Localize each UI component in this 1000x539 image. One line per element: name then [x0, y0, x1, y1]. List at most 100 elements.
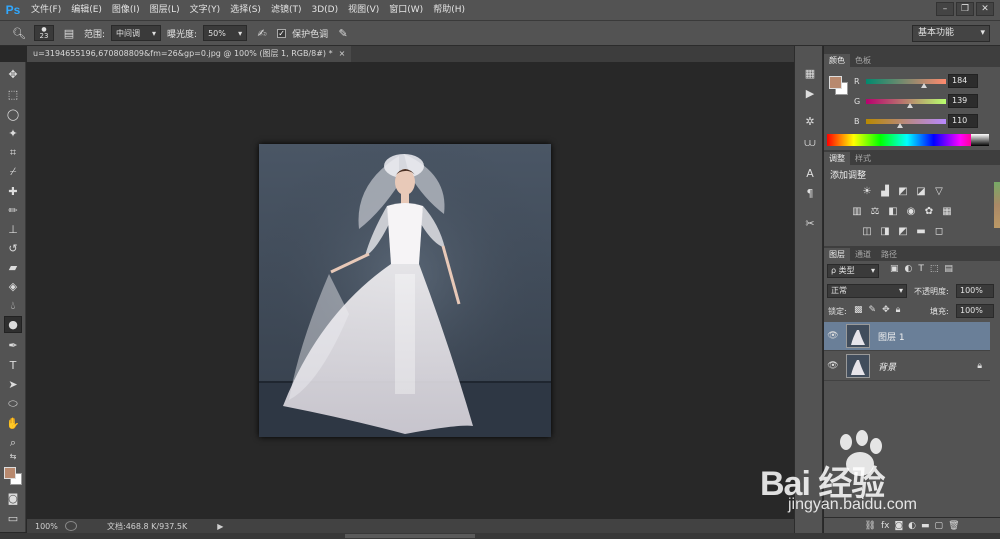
shape-filter-icon[interactable]: ⬚ [930, 264, 939, 274]
brush-presets-icon[interactable]: ⩊ [801, 134, 819, 152]
trash-icon[interactable]: 🗑︎ [948, 521, 959, 531]
menu-filter[interactable]: 滤镜(T) [266, 0, 307, 20]
blend-mode-select[interactable]: 正常 ▾ [827, 284, 907, 298]
hue-sat-icon[interactable]: ▥ [850, 204, 864, 218]
layer-row-layer1[interactable]: 👁︎ 图层 1 [824, 322, 990, 351]
marquee-tool-icon[interactable]: ⬚ [4, 86, 22, 103]
workspace-select[interactable]: 基本功能 ▾ [912, 25, 990, 42]
range-select[interactable]: 中间调 ▾ [111, 25, 162, 41]
color-balance-icon[interactable]: ⚖ [868, 204, 882, 218]
layer-name[interactable]: 背景 [878, 360, 896, 373]
lock-transparency-icon[interactable]: ▩ [854, 305, 863, 315]
eyedropper-tool-icon[interactable]: ⌿ [4, 163, 22, 180]
opacity-input[interactable]: 100% [956, 284, 994, 298]
mask-icon[interactable]: ◙ [894, 521, 903, 531]
swap-colors-icon[interactable]: ⇆ [4, 450, 22, 462]
color-panel-foreground-swatch[interactable] [829, 76, 842, 89]
red-slider-track[interactable] [866, 78, 946, 84]
healing-brush-tool-icon[interactable]: ✚ [4, 183, 22, 200]
pen-tool-icon[interactable]: ✒ [4, 337, 22, 354]
menu-layer[interactable]: 图层(L) [145, 0, 185, 20]
menu-type[interactable]: 文字(Y) [185, 0, 226, 20]
adjustment-filter-icon[interactable]: ◐ [905, 264, 913, 274]
close-tab-icon[interactable]: × [339, 46, 346, 62]
tab-color[interactable]: 颜色 [824, 54, 850, 67]
pressure-icon[interactable]: ✎ [334, 24, 352, 42]
new-layer-icon[interactable]: ▢ [935, 521, 944, 531]
clone-stamp-tool-icon[interactable]: ⊥ [4, 221, 22, 238]
posterize-icon[interactable]: ◨ [878, 224, 892, 238]
ellipse-tool-icon[interactable]: ⬭ [4, 395, 22, 412]
brightness-icon[interactable]: ☀ [860, 184, 874, 198]
folder-icon[interactable]: ▬ [921, 521, 930, 531]
menu-image[interactable]: 图像(I) [107, 0, 145, 20]
type-filter-icon[interactable]: T [918, 264, 924, 274]
brush-settings-icon[interactable]: ✲ [801, 112, 819, 130]
levels-icon[interactable]: ▟ [878, 184, 892, 198]
pixel-filter-icon[interactable]: ▣ [890, 264, 899, 274]
tab-adjustments[interactable]: 调整 [824, 152, 850, 165]
exposure-input[interactable]: 50% ▾ [203, 25, 248, 41]
blur-tool-icon[interactable]: 💧︎ [4, 297, 22, 314]
selective-color-icon[interactable]: ◻ [932, 224, 946, 238]
character-panel-icon[interactable]: A [801, 164, 819, 182]
foreground-color-swatch[interactable] [4, 467, 16, 479]
paint-bucket-tool-icon[interactable]: ◈ [4, 278, 22, 295]
crop-tool-icon[interactable]: ⌗ [4, 144, 22, 161]
history-brush-tool-icon[interactable]: ↺ [4, 240, 22, 257]
screen-mode-icon[interactable]: ▭ [4, 510, 22, 527]
restore-icon[interactable]: ❐ [956, 2, 974, 16]
red-value-field[interactable]: 184 [948, 74, 978, 88]
menu-view[interactable]: 视图(V) [343, 0, 384, 20]
quick-mask-icon[interactable]: ◙ [4, 490, 22, 507]
history-panel-icon[interactable]: ▦ [801, 64, 819, 82]
zoom-preview-icon[interactable] [65, 521, 77, 531]
blue-value-field[interactable]: 110 [948, 114, 978, 128]
airbrush-icon[interactable]: ✍ [253, 24, 271, 42]
tab-paths[interactable]: 路径 [876, 248, 902, 261]
red-slider-thumb[interactable] [920, 83, 927, 88]
move-tool-icon[interactable]: ✥ [4, 66, 22, 83]
brush-tool-icon[interactable]: ✏ [4, 202, 22, 219]
gradient-map-icon[interactable]: ▬ [914, 224, 928, 238]
document-info[interactable]: 文档:468.8 K/937.5K [107, 521, 187, 532]
type-tool-icon[interactable]: T [4, 357, 22, 374]
zoom-level[interactable]: 100% [27, 522, 59, 531]
lasso-tool-icon[interactable]: ◯ [4, 106, 22, 123]
blue-slider-track[interactable] [866, 118, 946, 124]
color-lookup-icon[interactable]: ▦ [940, 204, 954, 218]
status-menu-icon[interactable]: ▶ [217, 522, 223, 531]
green-slider-thumb[interactable] [906, 103, 913, 108]
link-icon[interactable]: ⛓ [865, 521, 876, 531]
canvas-area[interactable] [27, 62, 794, 519]
menu-3d[interactable]: 3D(D) [306, 0, 343, 20]
lock-all-icon[interactable]: 🔒︎ [896, 305, 901, 315]
threshold-icon[interactable]: ◩ [896, 224, 910, 238]
layer-name[interactable]: 图层 1 [878, 330, 905, 343]
lock-position-icon[interactable]: ✥ [882, 305, 890, 315]
photo-filter-icon[interactable]: ◉ [904, 204, 918, 218]
color-spectrum-bar[interactable] [827, 134, 989, 146]
menu-window[interactable]: 窗口(W) [384, 0, 428, 20]
adjustment-icon[interactable]: ◐ [908, 521, 916, 531]
bw-icon[interactable]: ◧ [886, 204, 900, 218]
green-value-field[interactable]: 139 [948, 94, 978, 108]
horizontal-scrollbar[interactable] [0, 533, 1000, 539]
menu-edit[interactable]: 编辑(E) [66, 0, 107, 20]
blue-slider-thumb[interactable] [897, 123, 904, 128]
lock-pixels-icon[interactable]: ✎ [869, 305, 877, 315]
protect-tones-checkbox[interactable]: ✓ [277, 28, 287, 38]
tool-presets-icon[interactable]: ✂ [801, 214, 819, 232]
tab-swatches[interactable]: 色板 [850, 54, 876, 67]
fill-input[interactable]: 100% [956, 304, 994, 318]
tab-channels[interactable]: 通道 [850, 248, 876, 261]
grayscale-ramp[interactable] [971, 134, 989, 146]
panel-collapse-strip[interactable] [994, 182, 1000, 228]
curves-icon[interactable]: ◩ [896, 184, 910, 198]
exposure-icon[interactable]: ◪ [914, 184, 928, 198]
layer-row-background[interactable]: 👁︎ 背景 🔒︎ [824, 352, 990, 381]
path-select-tool-icon[interactable]: ➤ [4, 376, 22, 393]
menu-file[interactable]: 文件(F) [26, 0, 66, 20]
dodge-tool-icon[interactable]: ● [4, 316, 22, 333]
eye-icon[interactable]: 👁︎ [824, 361, 842, 371]
